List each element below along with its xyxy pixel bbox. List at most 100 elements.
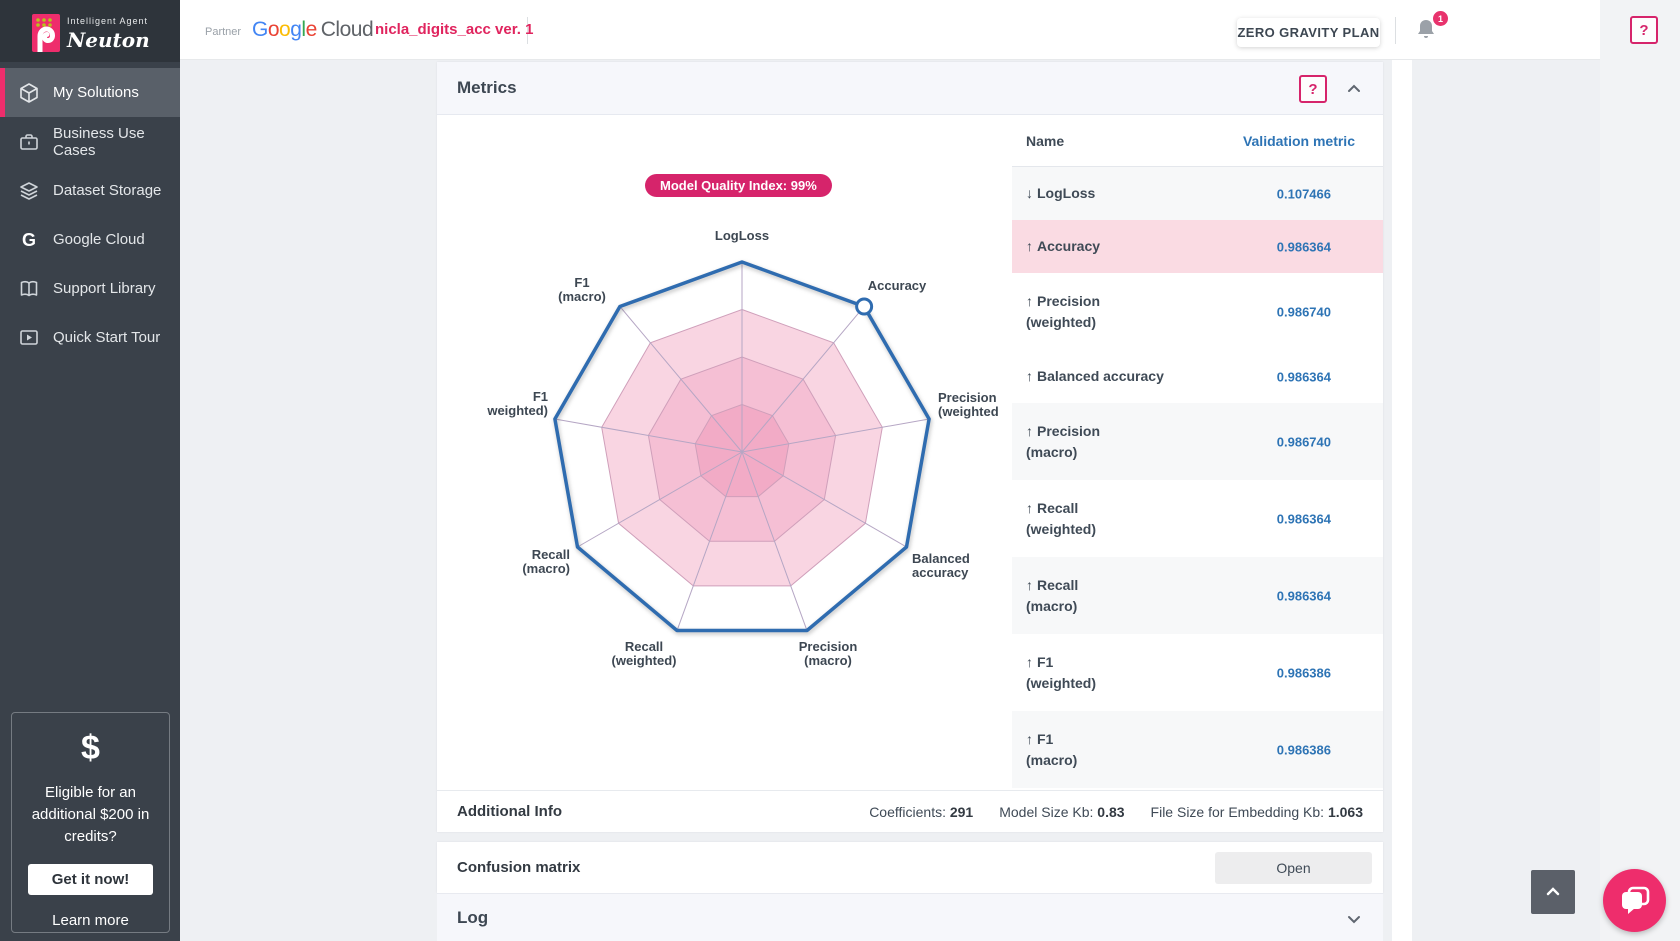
metric-row: ↓LogLoss0.107466 bbox=[1012, 167, 1383, 220]
right-gutter: ? bbox=[1600, 0, 1680, 941]
arrow-up-icon: ↑ bbox=[1026, 293, 1033, 309]
metric-value: 0.986740 bbox=[1277, 434, 1331, 449]
sidebar-item-dataset-storage[interactable]: Dataset Storage bbox=[0, 166, 180, 215]
cloud-word: Cloud bbox=[321, 18, 373, 41]
additional-info-row: Additional Info Coefficients: 291 Model S… bbox=[437, 790, 1383, 832]
radar-axis-label: Recall bbox=[532, 547, 570, 562]
metric-row: ↑F1(macro)0.986386 bbox=[1012, 711, 1383, 788]
header-divider bbox=[1395, 17, 1396, 44]
credits-promo-card: $ Eligible for an additional $200 in cre… bbox=[11, 712, 170, 933]
partner-label: Partner bbox=[205, 26, 241, 38]
additional-info-title: Additional Info bbox=[457, 803, 562, 820]
metric-row: ↑Recall(macro) 0.986364 bbox=[1012, 557, 1383, 634]
book-icon bbox=[18, 278, 40, 300]
metric-value: 0.986364 bbox=[1277, 511, 1331, 526]
expand-chevron-down-icon[interactable] bbox=[1346, 911, 1362, 927]
help-button[interactable]: ? bbox=[1630, 16, 1658, 44]
notifications-button[interactable]: 1 bbox=[1414, 16, 1444, 46]
radar-axis-label: weighted) bbox=[486, 403, 548, 418]
arrow-up-icon: ↑ bbox=[1026, 500, 1033, 516]
metrics-help-button[interactable]: ? bbox=[1299, 75, 1327, 103]
metrics-body: Model Quality Index: 99% LogLossAccuracy… bbox=[437, 115, 1383, 790]
neuton-logo-icon bbox=[32, 14, 60, 52]
metric-name: ↑F1(weighted) bbox=[1026, 652, 1096, 694]
additional-info-item: File Size for Embedding Kb: 1.063 bbox=[1151, 804, 1363, 820]
metric-value: 0.986386 bbox=[1277, 665, 1331, 680]
metrics-table: Name Validation metric ↓LogLoss0.107466↑… bbox=[1012, 115, 1383, 788]
name-column-header: Name bbox=[1026, 133, 1064, 149]
chat-bubble-icon bbox=[1619, 885, 1651, 917]
metric-name: ↑F1(macro) bbox=[1026, 729, 1077, 771]
radar-axis-label: (weighted bbox=[938, 404, 999, 419]
get-it-now-button[interactable]: Get it now! bbox=[28, 864, 153, 895]
vertical-scrollbar[interactable] bbox=[1392, 60, 1412, 941]
radar-axis-label: LogLoss bbox=[715, 228, 769, 243]
log-title: Log bbox=[457, 908, 488, 928]
radar-axis-label: Accuracy bbox=[868, 278, 927, 293]
sidebar-item-label: Support Library bbox=[53, 280, 156, 297]
metric-row: ↑F1(weighted) 0.986386 bbox=[1012, 634, 1383, 711]
sidebar-item-my-solutions[interactable]: My Solutions bbox=[0, 68, 180, 117]
metric-row: ↑Balanced accuracy 0.986364 bbox=[1012, 350, 1383, 403]
metric-row: ↑Accuracy 0.986364 bbox=[1012, 220, 1383, 273]
sidebar-item-support-library[interactable]: Support Library bbox=[0, 264, 180, 313]
open-confusion-matrix-button[interactable]: Open bbox=[1215, 852, 1372, 884]
sidebar-item-label: Google Cloud bbox=[53, 231, 145, 248]
google-g-icon: G bbox=[18, 229, 40, 251]
additional-info-item: Coefficients: 291 bbox=[869, 804, 973, 820]
radar-axis-label: (weighted) bbox=[612, 653, 677, 668]
metric-value: 0.986364 bbox=[1277, 588, 1331, 603]
metric-row: ↑Recall(weighted)0.986364 bbox=[1012, 480, 1383, 557]
brand-name: Neuton bbox=[67, 28, 150, 52]
tour-icon bbox=[18, 327, 40, 349]
learn-more-link[interactable]: Learn more bbox=[12, 912, 169, 929]
confusion-matrix-panel: Confusion matrix Open bbox=[437, 842, 1383, 893]
metrics-panel-header: Metrics ? bbox=[437, 62, 1383, 115]
metric-name: ↑Precision(macro) bbox=[1026, 421, 1100, 463]
radar-axis-label: (macro) bbox=[522, 561, 570, 576]
sidebar-item-business-use-cases[interactable]: Business Use Cases bbox=[0, 117, 180, 166]
log-panel[interactable]: Log bbox=[437, 893, 1383, 941]
sidebar-item-google-cloud[interactable]: G Google Cloud bbox=[0, 215, 180, 264]
metric-value: 0.986364 bbox=[1277, 369, 1331, 384]
arrow-up-icon: ↑ bbox=[1026, 238, 1033, 254]
scroll-to-top-button[interactable] bbox=[1531, 870, 1575, 914]
sidebar-item-label: Business Use Cases bbox=[53, 125, 180, 159]
metrics-title: Metrics bbox=[457, 78, 517, 98]
collapse-chevron-up-icon[interactable] bbox=[1346, 81, 1362, 97]
sidebar-item-label: Quick Start Tour bbox=[53, 329, 160, 346]
arrow-up-icon: ↑ bbox=[1026, 654, 1033, 670]
metric-name: ↑Balanced accuracy bbox=[1026, 366, 1164, 387]
metric-value: 0.986364 bbox=[1277, 239, 1331, 254]
google-letters: Google bbox=[252, 18, 317, 41]
dollar-icon: $ bbox=[12, 729, 169, 768]
sidebar-item-label: My Solutions bbox=[53, 84, 139, 101]
model-title: nicla_digits_acc ver. 1 bbox=[375, 21, 533, 38]
promo-message: Eligible for an additional $200 in credi… bbox=[12, 768, 169, 848]
radar-axis-label: (macro) bbox=[804, 653, 852, 668]
additional-info-item: Model Size Kb: 0.83 bbox=[999, 804, 1124, 820]
svg-text:G: G bbox=[22, 230, 36, 250]
radar-axis-label: Balanced bbox=[912, 551, 970, 566]
validation-metric-column-header[interactable]: Validation metric bbox=[1243, 133, 1355, 149]
metrics-table-body: ↓LogLoss0.107466 ↑Accuracy 0.986364 ↑Precis… bbox=[1012, 167, 1383, 788]
zero-gravity-plan-button[interactable]: ZERO GRAVITY PLAN bbox=[1237, 18, 1380, 47]
radar-axis-label: Precision bbox=[938, 390, 997, 405]
chevron-up-icon bbox=[1544, 883, 1562, 901]
arrow-down-icon: ↓ bbox=[1026, 185, 1033, 201]
google-cloud-logo: GoogleCloud bbox=[252, 18, 373, 42]
brand-tagline: Intelligent Agent bbox=[67, 16, 150, 26]
briefcase-icon bbox=[18, 131, 40, 153]
chat-widget-button[interactable] bbox=[1603, 869, 1666, 932]
sidebar-item-quick-start-tour[interactable]: Quick Start Tour bbox=[0, 313, 180, 362]
radar-axis-label: accuracy bbox=[912, 565, 969, 580]
metric-name: ↑Recall(macro) bbox=[1026, 575, 1078, 617]
radar-axis-label: (macro) bbox=[558, 289, 606, 304]
notification-badge: 1 bbox=[1433, 11, 1448, 26]
neuton-logo[interactable]: Intelligent Agent Neuton bbox=[0, 0, 180, 62]
metric-name: ↑Accuracy bbox=[1026, 236, 1100, 257]
radar-axis-label: F1 bbox=[574, 275, 589, 290]
top-bar: Partner GoogleCloud nicla_digits_acc ver… bbox=[180, 0, 1600, 60]
radar-axis-label: Precision bbox=[799, 639, 858, 654]
confusion-matrix-title: Confusion matrix bbox=[457, 859, 580, 876]
